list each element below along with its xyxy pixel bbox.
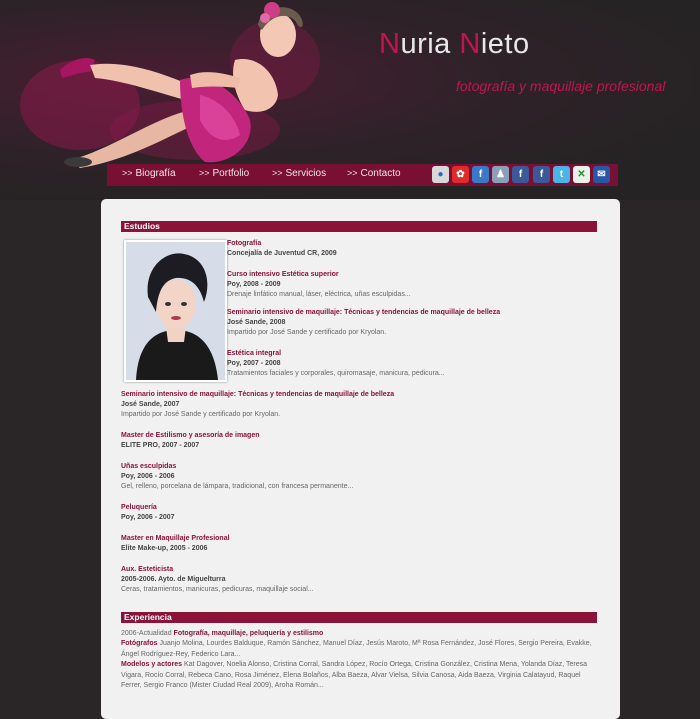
- nav-portfolio[interactable]: >> Portfolio: [199, 168, 249, 179]
- fotolog-icon[interactable]: f: [472, 166, 489, 183]
- nav-arrow-icon: >>: [199, 168, 210, 178]
- study-title: Aux. Esteticista: [121, 566, 174, 573]
- study-meta: José Sande, 2008: [227, 319, 286, 326]
- main-nav: >> Biografía >> Portfolio >> Servicios >> Co…: [107, 164, 618, 186]
- models-label: Modelos y actores: [121, 661, 183, 669]
- study-title: Seminario intensivo de maquillaje: Técni…: [227, 309, 501, 316]
- study-meta: Poy, 2008 - 2009: [227, 281, 281, 288]
- picasa-icon[interactable]: ✿: [452, 166, 469, 183]
- study-desc: Gel, relleno, porcelana de lámpara, trad…: [121, 483, 354, 490]
- nav-label: Portfolio: [212, 168, 250, 179]
- experience-role: Fotografía, maquillaje, peluquería y est…: [173, 630, 324, 637]
- photographers-list: Juanjo Molina, Lourdes Balduque, Ramón S…: [121, 640, 592, 658]
- nav-arrow-icon: >>: [122, 168, 133, 178]
- study-title: Master de Estilismo y asesoría de imagen: [121, 432, 260, 439]
- experience-period: 2006-Actualidad: [121, 630, 174, 637]
- study-desc: Tratamientos faciales y corporales, quir…: [227, 370, 445, 377]
- study-meta: Poy, 2007 - 2008: [227, 360, 281, 367]
- study-title: Curso intensivo Estética superior: [227, 271, 339, 278]
- site-title[interactable]: Nuria Nieto: [379, 28, 530, 61]
- study-desc: Drenaje linfático manual, láser, eléctri…: [227, 291, 411, 298]
- facebook-icon[interactable]: f: [533, 166, 550, 183]
- study-desc: Impartido por José Sande y certificado p…: [227, 329, 387, 336]
- study-title: Master en Maquillaje Profesional: [121, 535, 230, 542]
- models-list: Kat Dagover, Noelia Alonso, Cristina Cor…: [121, 661, 587, 690]
- study-entry: Seminario intensivo de maquillaje: Técni…: [227, 308, 597, 338]
- study-meta: 2005-2006. Ayto. de Miguelturra: [121, 576, 226, 583]
- main-content: Estudios Fotografía Concejalía de Juvent…: [101, 199, 620, 719]
- study-title: Estética integral: [227, 350, 282, 357]
- title-text: ieto: [480, 28, 530, 60]
- nav-label: Biografía: [135, 168, 176, 179]
- study-desc: Ceras, tratamientos, manicuras, pedicura…: [121, 586, 314, 593]
- title-initial: N: [459, 28, 481, 60]
- messenger-icon[interactable]: ✉: [593, 166, 610, 183]
- study-meta: Concejalía de Juventud CR, 2009: [227, 250, 337, 257]
- study-entry: Seminario intensivo de maquillaje: Técni…: [121, 390, 597, 420]
- nav-servicios[interactable]: >> Servicios: [272, 168, 326, 179]
- xing-icon[interactable]: ✕: [573, 166, 590, 183]
- nav-arrow-icon: >>: [272, 168, 283, 178]
- nav-arrow-icon: >>: [347, 168, 358, 178]
- experience-text: 2006-Actualidad Fotografía, maquillaje, …: [121, 629, 597, 691]
- study-entry: Master en Maquillaje Profesional Elite M…: [121, 534, 597, 554]
- myspace-icon[interactable]: ♟: [492, 166, 509, 183]
- study-desc: Impartido por José Sande y certificado p…: [121, 411, 281, 418]
- nav-label: Contacto: [360, 168, 401, 179]
- study-title: Uñas esculpidas: [121, 463, 177, 470]
- nav-biografia[interactable]: >> Biografía: [122, 168, 176, 179]
- photographers-label: Fotógrafos: [121, 640, 158, 648]
- title-initial: N: [379, 28, 401, 60]
- section-heading-estudios: Estudios: [121, 221, 597, 232]
- study-entry: Fotografía Concejalía de Juventud CR, 20…: [227, 239, 597, 259]
- study-entry: Estética integral Poy, 2007 - 2008 Trata…: [227, 349, 597, 379]
- nav-label: Servicios: [285, 168, 327, 179]
- nav-contacto[interactable]: >> Contacto: [347, 168, 401, 179]
- site-tagline: fotografía y maquillaje profesional: [456, 78, 666, 94]
- study-meta: Elite Make-up, 2005 - 2006: [121, 545, 208, 552]
- study-entry: Curso intensivo Estética superior Poy, 2…: [227, 270, 597, 300]
- study-title: Fotografía: [227, 240, 262, 247]
- title-text: uria: [400, 28, 460, 60]
- model-illustration: [60, 2, 303, 168]
- study-meta: Poy, 2006 - 2006: [121, 473, 175, 480]
- study-entry: Aux. Esteticista 2005-2006. Ayto. de Mig…: [121, 565, 597, 595]
- profile-photo: [124, 240, 227, 382]
- study-entry: Peluquería Poy, 2006 - 2007: [121, 503, 597, 523]
- study-meta: Poy, 2006 - 2007: [121, 514, 175, 521]
- study-meta: José Sande, 2007: [121, 401, 180, 408]
- study-entry: Uñas esculpidas Poy, 2006 - 2006 Gel, re…: [121, 462, 597, 492]
- study-meta: ELITE PRO, 2007 - 2007: [121, 442, 200, 449]
- facebook-page-icon[interactable]: f: [512, 166, 529, 183]
- study-entry: Master de Estilismo y asesoría de imagen…: [121, 431, 597, 451]
- study-title: Seminario intensivo de maquillaje: Técni…: [121, 391, 395, 398]
- twitter-icon[interactable]: t: [553, 166, 570, 183]
- study-title: Peluquería: [121, 504, 157, 511]
- flickr-icon[interactable]: ●: [432, 166, 449, 183]
- section-heading-experiencia: Experiencia: [121, 612, 597, 623]
